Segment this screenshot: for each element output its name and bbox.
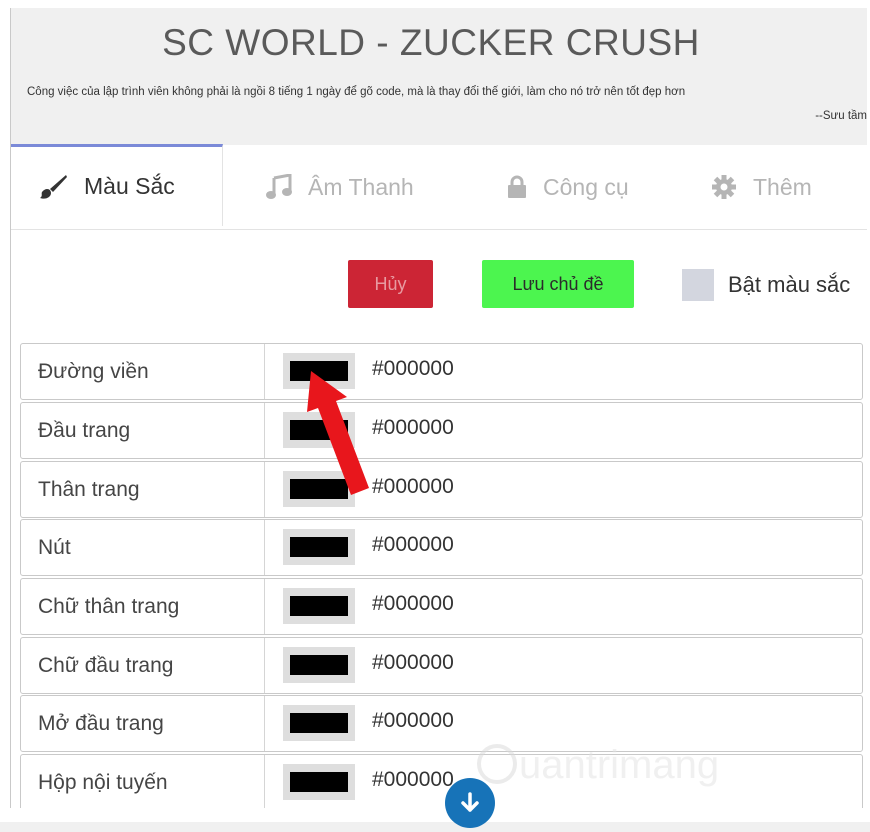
tab-sound[interactable]: Âm Thanh [266,145,414,229]
enable-colors-label: Bật màu sắc [728,272,851,297]
color-picker[interactable] [283,529,355,565]
app-window: SC WORLD - ZUCKER CRUSH Công việc của lậ… [10,8,867,808]
color-swatch [290,596,348,616]
color-value: #000000 [372,592,454,615]
color-value: #000000 [372,709,454,732]
setting-row: Mở đầu trang #000000 [20,695,863,752]
setting-row: Thân trang #000000 [20,461,863,518]
tab-colors[interactable]: Màu Sắc [11,144,223,226]
setting-row: Nút #000000 [20,519,863,576]
lock-icon [507,175,527,199]
enable-colors-checkbox[interactable] [682,269,714,301]
color-value: #000000 [372,651,454,674]
setting-row: Hộp nội tuyến #000000 [20,754,863,808]
setting-name: Nút [21,520,265,575]
color-picker[interactable] [283,471,355,507]
setting-row: Đầu trang #000000 [20,402,863,459]
color-swatch [290,479,348,499]
color-swatch [290,772,348,792]
setting-name: Đường viền [21,344,265,399]
cancel-button[interactable]: Hủy [348,260,433,308]
tab-tools[interactable]: Công cụ [507,145,629,229]
color-swatch [290,713,348,733]
music-note-icon [266,174,292,200]
tab-sound-label: Âm Thanh [308,173,414,200]
color-picker[interactable] [283,353,355,389]
tab-more-label: Thêm [753,173,812,200]
color-value: #000000 [372,768,454,791]
color-value: #000000 [372,475,454,498]
setting-name: Chữ đầu trang [21,638,265,693]
settings-panel: Màu Sắc Âm Thanh Công cụ Thêm Hủy Lưu ch… [11,144,867,808]
setting-row: Chữ thân trang #000000 [20,578,863,635]
color-value: #000000 [372,533,454,556]
tab-more[interactable]: Thêm [711,145,812,229]
color-value: #000000 [372,416,454,439]
color-swatch [290,361,348,381]
color-swatch [290,655,348,675]
page-title: SC WORLD - ZUCKER CRUSH [162,22,700,63]
setting-name: Chữ thân trang [21,579,265,634]
setting-name: Thân trang [21,462,265,517]
header-quote: Công việc của lập trình viên không phải … [27,86,686,98]
tab-colors-label: Màu Sắc [84,173,175,199]
setting-row: Chữ đầu trang #000000 [20,637,863,694]
save-theme-button[interactable]: Lưu chủ đề [482,260,634,308]
color-picker[interactable] [283,647,355,683]
arrow-down-icon [461,792,479,812]
bottom-bar [0,822,870,832]
color-picker[interactable] [283,764,355,800]
color-swatch [290,537,348,557]
tab-bar: Màu Sắc Âm Thanh Công cụ Thêm [11,144,867,230]
color-swatch [290,420,348,440]
scroll-down-button[interactable] [445,778,495,828]
paintbrush-icon [38,174,68,200]
tab-tools-label: Công cụ [543,173,629,200]
color-picker[interactable] [283,412,355,448]
setting-name: Đầu trang [21,403,265,458]
color-picker[interactable] [283,588,355,624]
setting-name: Hộp nội tuyến [21,755,265,808]
color-value: #000000 [372,357,454,380]
color-picker[interactable] [283,705,355,741]
gear-icon [711,174,737,200]
header-quote-author: --Sưu tầm [815,110,867,122]
setting-row: Đường viền #000000 [20,343,863,400]
setting-name: Mở đầu trang [21,696,265,751]
